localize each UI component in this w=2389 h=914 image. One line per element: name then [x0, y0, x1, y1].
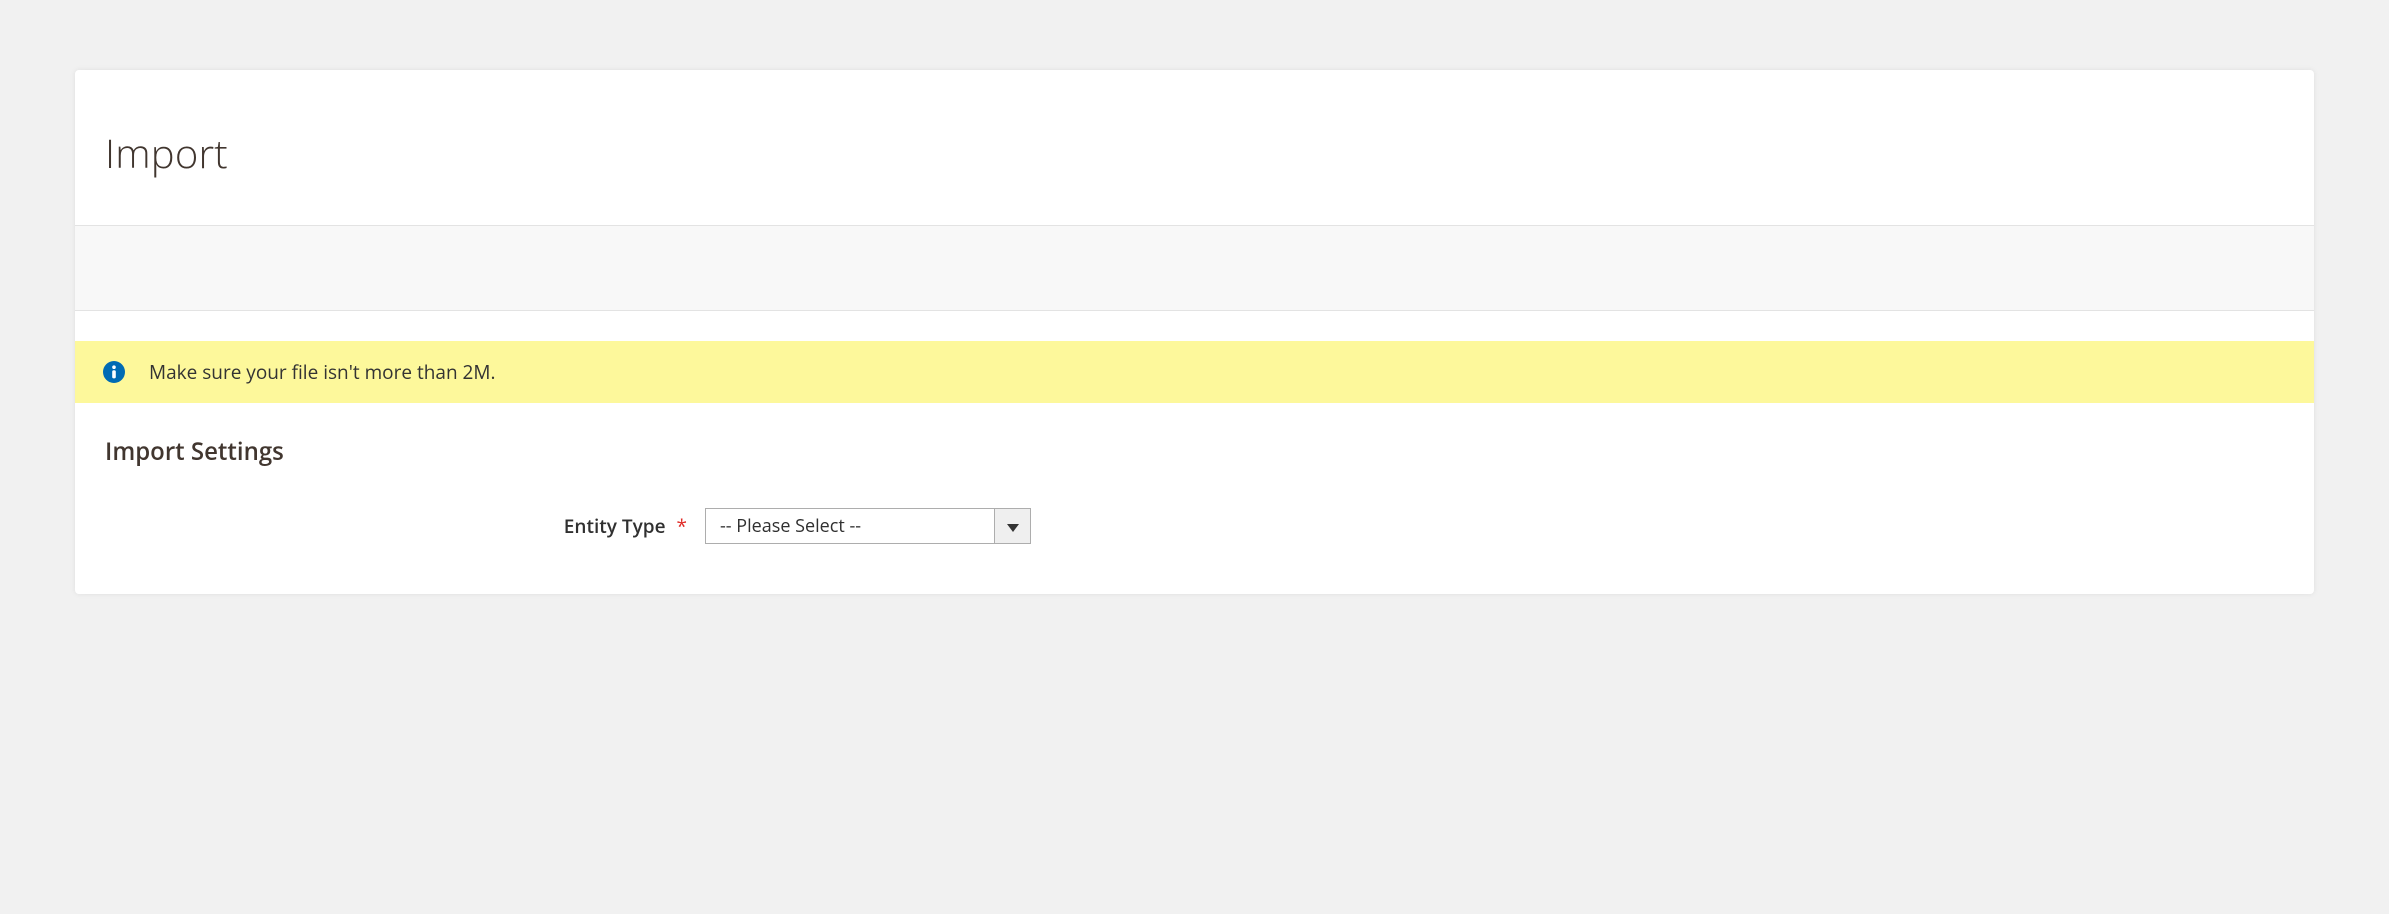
card-header: Import [75, 70, 2314, 226]
toolbar-spacer [75, 226, 2314, 311]
file-size-notice: Make sure your file isn't more than 2M. [75, 341, 2314, 403]
page-title: Import [105, 125, 2284, 180]
required-mark: * [677, 513, 687, 539]
content-area: Make sure your file isn't more than 2M. … [75, 311, 2314, 594]
entity-type-row: Entity Type * -- Please Select -- [75, 468, 2314, 554]
entity-type-label-wrap: Entity Type * [75, 513, 705, 539]
entity-type-select-arrow[interactable] [995, 508, 1031, 544]
info-icon [103, 361, 125, 383]
entity-type-select-value[interactable]: -- Please Select -- [705, 508, 995, 544]
entity-type-label: Entity Type [564, 513, 666, 539]
notice-text: Make sure your file isn't more than 2M. [149, 359, 495, 385]
entity-type-select[interactable]: -- Please Select -- [705, 508, 1031, 544]
import-card: Import Make sure your file isn't more th… [75, 70, 2314, 594]
import-settings-title: Import Settings [75, 403, 2314, 468]
chevron-down-icon [1007, 515, 1019, 537]
